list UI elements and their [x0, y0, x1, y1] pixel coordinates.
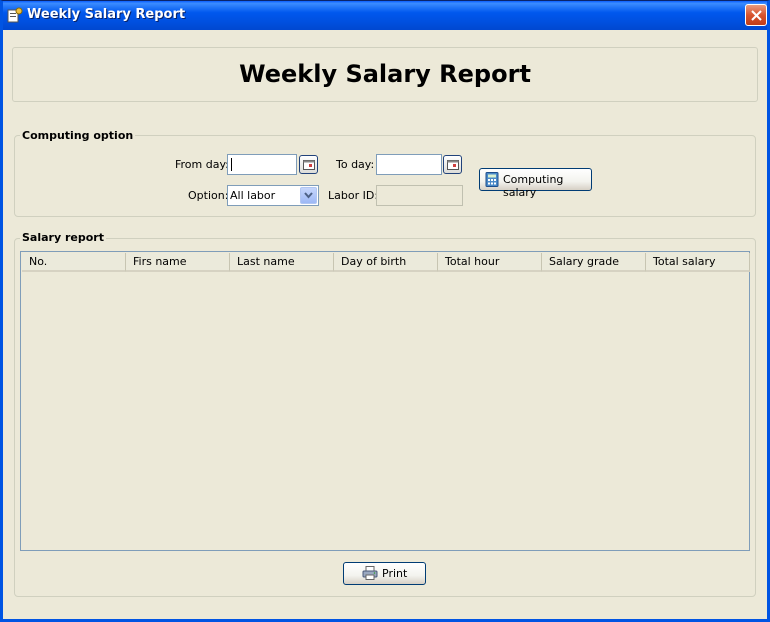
printer-icon	[362, 566, 378, 583]
print-label: Print	[382, 567, 408, 580]
to-day-calendar-button[interactable]	[443, 155, 462, 174]
calendar-icon	[447, 160, 459, 170]
title-bar[interactable]: Weekly Salary Report	[3, 1, 767, 30]
window-title: Weekly Salary Report	[27, 7, 186, 22]
option-dropdown-button[interactable]	[300, 187, 317, 204]
column-header-first-name[interactable]: Firs name	[126, 253, 230, 272]
computing-salary-button[interactable]: Computing salary	[479, 168, 592, 199]
page-title: Weekly Salary Report	[239, 60, 531, 88]
app-icon[interactable]	[7, 7, 23, 23]
to-day-label: To day:	[336, 158, 375, 171]
option-select-value: All labor	[230, 189, 276, 202]
from-day-input[interactable]	[227, 154, 297, 175]
column-header-last-name[interactable]: Last name	[230, 253, 334, 272]
salary-report-table[interactable]: No. Firs name Last name Day of birth Tot…	[20, 251, 750, 551]
column-header-salary-grade[interactable]: Salary grade	[542, 253, 646, 272]
close-button[interactable]	[745, 4, 767, 26]
labor-id-input[interactable]	[376, 185, 463, 206]
calendar-icon	[303, 160, 315, 170]
header-panel: Weekly Salary Report	[12, 47, 758, 102]
labor-id-label: Labor ID:	[328, 189, 379, 202]
column-header-day-of-birth[interactable]: Day of birth	[334, 253, 438, 272]
from-day-label: From day:	[175, 158, 229, 171]
computing-option-legend: Computing option	[20, 129, 136, 142]
from-day-calendar-button[interactable]	[299, 155, 318, 174]
chevron-down-icon	[304, 192, 313, 199]
computing-salary-label: Computing salary	[503, 173, 564, 199]
print-button[interactable]: Print	[343, 562, 426, 585]
column-header-total-salary[interactable]: Total salary	[646, 253, 750, 272]
table-header: No. Firs name Last name Day of birth Tot…	[22, 253, 750, 272]
text-cursor	[231, 158, 232, 171]
column-header-total-hour[interactable]: Total hour	[438, 253, 542, 272]
option-select[interactable]: All labor	[227, 185, 319, 206]
to-day-input[interactable]	[376, 154, 442, 175]
close-icon	[751, 10, 762, 21]
salary-report-legend: Salary report	[20, 231, 106, 244]
calculator-icon	[485, 172, 499, 190]
option-label: Option:	[188, 189, 229, 202]
column-header-no[interactable]: No.	[22, 253, 126, 272]
